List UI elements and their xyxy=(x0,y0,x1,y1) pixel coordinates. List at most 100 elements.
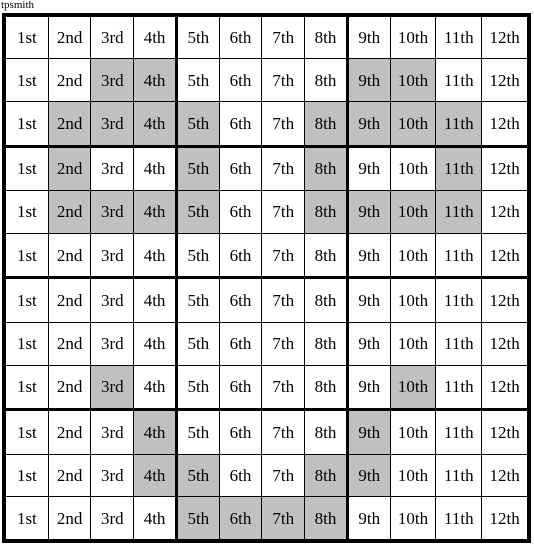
grid-cell[interactable]: 3rd xyxy=(90,145,135,192)
grid-cell[interactable]: 10th xyxy=(389,454,437,498)
grid-cell[interactable]: 7th xyxy=(261,409,306,456)
grid-cell[interactable]: 1st xyxy=(5,364,49,412)
grid-cell[interactable]: 7th xyxy=(261,454,306,498)
grid-cell[interactable]: 6th xyxy=(218,145,263,192)
grid-cell[interactable]: 1st xyxy=(5,58,49,102)
grid-cell[interactable]: 11th xyxy=(435,454,483,498)
grid-cell[interactable]: 3rd xyxy=(90,100,135,148)
grid-cell[interactable]: 6th xyxy=(218,190,263,234)
grid-cell[interactable]: 7th xyxy=(261,100,306,148)
grid-cell[interactable]: 3rd xyxy=(90,58,135,102)
grid-cell[interactable]: 3rd xyxy=(90,496,135,540)
grid-cell[interactable]: 4th xyxy=(133,409,178,456)
grid-cell[interactable]: 1st xyxy=(5,145,49,192)
grid-cell[interactable]: 2nd xyxy=(47,454,92,498)
grid-cell[interactable]: 11th xyxy=(435,409,483,456)
grid-cell[interactable]: 1st xyxy=(5,277,49,324)
grid-cell[interactable]: 5th xyxy=(175,232,220,280)
grid-cell[interactable]: 11th xyxy=(435,232,483,280)
grid-cell[interactable]: 1st xyxy=(5,496,49,540)
grid-cell[interactable]: 9th xyxy=(346,190,391,234)
grid-cell[interactable]: 8th xyxy=(304,277,349,324)
grid-cell[interactable]: 6th xyxy=(218,277,263,324)
grid-cell[interactable]: 12th xyxy=(481,145,528,192)
grid-cell[interactable]: 7th xyxy=(261,145,306,192)
grid-cell[interactable]: 10th xyxy=(389,322,437,366)
grid-cell[interactable]: 5th xyxy=(175,15,220,60)
grid-cell[interactable]: 9th xyxy=(346,277,391,324)
grid-cell[interactable]: 8th xyxy=(304,15,349,60)
grid-cell[interactable]: 1st xyxy=(5,100,49,148)
grid-cell[interactable]: 6th xyxy=(218,322,263,366)
grid-cell[interactable]: 2nd xyxy=(47,232,92,280)
grid-cell[interactable]: 2nd xyxy=(47,190,92,234)
grid-cell[interactable]: 12th xyxy=(481,454,528,498)
grid-cell[interactable]: 2nd xyxy=(47,409,92,456)
grid-cell[interactable]: 7th xyxy=(261,15,306,60)
grid-cell[interactable]: 5th xyxy=(175,409,220,456)
grid-cell[interactable]: 12th xyxy=(481,15,528,60)
grid-cell[interactable]: 3rd xyxy=(90,409,135,456)
grid-cell[interactable]: 10th xyxy=(389,409,437,456)
grid-cell[interactable]: 3rd xyxy=(90,232,135,280)
grid-cell[interactable]: 9th xyxy=(346,322,391,366)
grid-cell[interactable]: 12th xyxy=(481,190,528,234)
grid-cell[interactable]: 2nd xyxy=(47,322,92,366)
grid-cell[interactable]: 4th xyxy=(133,190,178,234)
grid-cell[interactable]: 2nd xyxy=(47,496,92,540)
grid-cell[interactable]: 1st xyxy=(5,190,49,234)
grid-cell[interactable]: 9th xyxy=(346,364,391,412)
grid-cell[interactable]: 2nd xyxy=(47,58,92,102)
grid-cell[interactable]: 6th xyxy=(218,364,263,412)
grid-cell[interactable]: 8th xyxy=(304,145,349,192)
grid-cell[interactable]: 11th xyxy=(435,190,483,234)
grid-cell[interactable]: 1st xyxy=(5,232,49,280)
grid-cell[interactable]: 11th xyxy=(435,364,483,412)
grid-cell[interactable]: 7th xyxy=(261,277,306,324)
grid-cell[interactable]: 4th xyxy=(133,145,178,192)
grid-cell[interactable]: 4th xyxy=(133,496,178,540)
grid-cell[interactable]: 4th xyxy=(133,322,178,366)
grid-cell[interactable]: 10th xyxy=(389,232,437,280)
grid-cell[interactable]: 9th xyxy=(346,145,391,192)
grid-cell[interactable]: 4th xyxy=(133,15,178,60)
grid-cell[interactable]: 4th xyxy=(133,454,178,498)
grid-cell[interactable]: 3rd xyxy=(90,277,135,324)
grid-cell[interactable]: 1st xyxy=(5,409,49,456)
grid-cell[interactable]: 10th xyxy=(389,364,437,412)
grid-cell[interactable]: 8th xyxy=(304,190,349,234)
grid-cell[interactable]: 2nd xyxy=(47,100,92,148)
grid-cell[interactable]: 5th xyxy=(175,496,220,540)
grid-cell[interactable]: 2nd xyxy=(47,145,92,192)
grid-cell[interactable]: 4th xyxy=(133,100,178,148)
grid-cell[interactable]: 7th xyxy=(261,496,306,540)
grid-cell[interactable]: 12th xyxy=(481,232,528,280)
grid-cell[interactable]: 2nd xyxy=(47,364,92,412)
grid-cell[interactable]: 10th xyxy=(389,145,437,192)
grid-cell[interactable]: 10th xyxy=(389,100,437,148)
grid-cell[interactable]: 9th xyxy=(346,232,391,280)
grid-cell[interactable]: 5th xyxy=(175,58,220,102)
grid-cell[interactable]: 6th xyxy=(218,496,263,540)
grid-cell[interactable]: 4th xyxy=(133,58,178,102)
grid-cell[interactable]: 9th xyxy=(346,15,391,60)
grid-cell[interactable]: 11th xyxy=(435,100,483,148)
grid-cell[interactable]: 7th xyxy=(261,190,306,234)
grid-cell[interactable]: 2nd xyxy=(47,15,92,60)
grid-cell[interactable]: 5th xyxy=(175,145,220,192)
grid-cell[interactable]: 9th xyxy=(346,58,391,102)
grid-cell[interactable]: 8th xyxy=(304,496,349,540)
grid-cell[interactable]: 7th xyxy=(261,322,306,366)
grid-cell[interactable]: 8th xyxy=(304,232,349,280)
grid-cell[interactable]: 4th xyxy=(133,277,178,324)
grid-cell[interactable]: 12th xyxy=(481,364,528,412)
grid-cell[interactable]: 10th xyxy=(389,277,437,324)
grid-cell[interactable]: 8th xyxy=(304,322,349,366)
grid-cell[interactable]: 6th xyxy=(218,58,263,102)
grid-cell[interactable]: 3rd xyxy=(90,322,135,366)
grid-cell[interactable]: 6th xyxy=(218,15,263,60)
grid-cell[interactable]: 12th xyxy=(481,100,528,148)
grid-cell[interactable]: 5th xyxy=(175,100,220,148)
grid-cell[interactable]: 6th xyxy=(218,409,263,456)
grid-cell[interactable]: 5th xyxy=(175,277,220,324)
